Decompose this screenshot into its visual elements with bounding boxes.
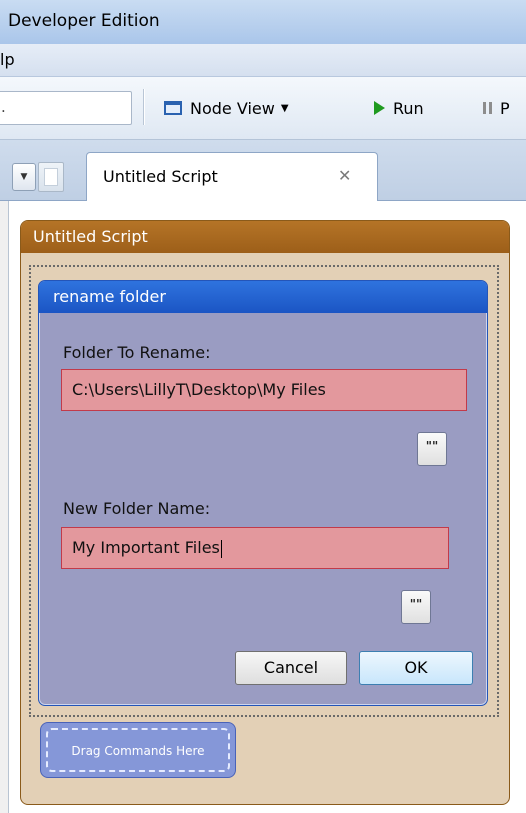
play-icon [374,101,385,115]
page-icon [44,168,58,186]
window-title: Developer Edition [8,11,160,31]
toolbar: . Node View ▼ Run P [0,77,526,140]
toolbar-input[interactable]: . [0,91,132,125]
run-label: Run [393,98,424,118]
folder-to-rename-value: C:\Users\LillyT\Desktop\My Files [72,380,326,399]
drag-commands-zone[interactable]: Drag Commands Here [40,722,236,778]
insert-quotes-button[interactable]: "" [417,432,447,466]
pause-label: P [500,98,510,118]
new-document-icon[interactable] [38,162,64,192]
folder-to-rename-input[interactable]: C:\Users\LillyT\Desktop\My Files [61,369,467,411]
rename-folder-dialog: rename folder Folder To Rename: C:\Users… [38,280,488,706]
new-folder-name-input[interactable]: My Important Files [61,527,449,569]
insert-quotes-button-2[interactable]: "" [401,590,431,624]
tab-list-dropdown[interactable]: ▼ [12,163,36,191]
ok-button[interactable]: OK [359,651,473,685]
run-button[interactable]: Run [374,95,424,121]
close-icon[interactable]: ✕ [338,166,351,185]
pause-icon [483,102,492,114]
menu-bar: lp [0,44,526,77]
drag-commands-label: Drag Commands Here [46,728,230,772]
menu-item-help[interactable]: lp [0,50,15,69]
new-folder-name-label: New Folder Name: [63,499,211,518]
pause-button[interactable]: P [483,95,510,121]
tab-untitled-script[interactable]: Untitled Script ✕ [86,152,378,201]
folder-to-rename-label: Folder To Rename: [63,343,211,362]
tab-strip: ▼ Untitled Script ✕ [0,140,526,201]
chevron-down-icon: ▼ [280,102,289,114]
text-caret [220,539,222,558]
dialog-title: rename folder [39,281,487,313]
node-view-label: Node View [190,98,275,118]
tab-label: Untitled Script [103,167,218,186]
node-view-button[interactable]: Node View ▼ [164,95,289,121]
toolbar-separator [143,89,144,125]
window-title-bar: Developer Edition [0,0,526,45]
new-folder-name-value: My Important Files [72,538,220,557]
script-panel-title: Untitled Script [21,221,509,253]
cancel-button[interactable]: Cancel [235,651,347,685]
toolbar-input-value: . [1,98,6,116]
window-icon [164,101,182,115]
